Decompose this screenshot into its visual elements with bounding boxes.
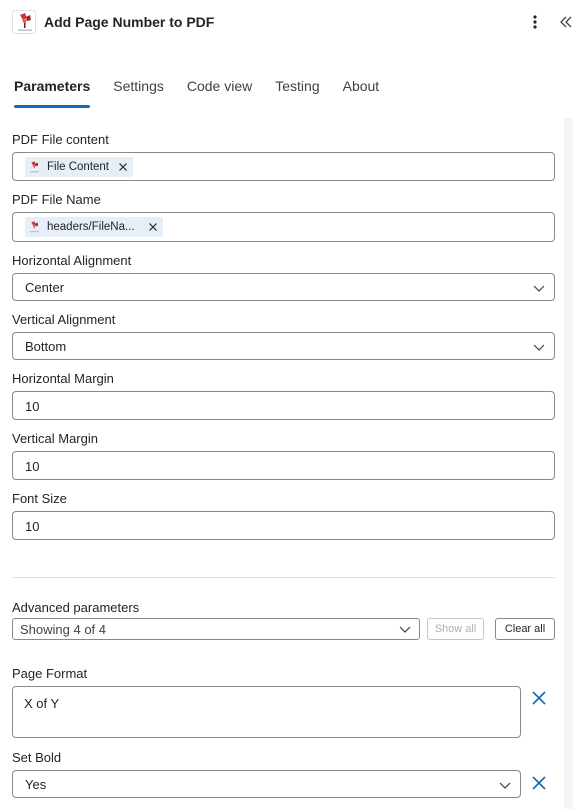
vertical-margin-input[interactable]: 10 bbox=[12, 451, 555, 480]
dropdown-value: Center bbox=[25, 280, 65, 295]
input-value: 10 bbox=[25, 459, 40, 474]
pdf-file-content-label: PDF File content bbox=[12, 132, 109, 147]
token-label: headers/FileNa... bbox=[47, 221, 135, 233]
tab-settings[interactable]: Settings bbox=[113, 78, 164, 108]
chevron-down-icon bbox=[399, 626, 411, 633]
page-format-input[interactable]: X of Y bbox=[12, 686, 521, 738]
section-divider bbox=[12, 577, 555, 578]
tab-about[interactable]: About bbox=[343, 78, 380, 108]
show-all-button[interactable]: Show all bbox=[427, 618, 484, 640]
chevron-down-icon bbox=[499, 782, 511, 789]
tab-code-view[interactable]: Code view bbox=[187, 78, 252, 108]
pdf-file-content-input[interactable]: File Content bbox=[12, 152, 555, 181]
font-size-label: Font Size bbox=[12, 491, 67, 506]
pdf4me-logo-icon bbox=[30, 160, 39, 172]
tab-parameters[interactable]: Parameters bbox=[14, 78, 91, 108]
font-size-input[interactable]: 10 bbox=[12, 511, 555, 540]
dropdown-value: Bottom bbox=[25, 339, 67, 354]
input-value: 10 bbox=[25, 519, 40, 534]
input-value: X of Y bbox=[24, 696, 60, 711]
panel-header: Add Page Number to PDF bbox=[0, 0, 573, 48]
dynamic-content-token[interactable]: headers/FileNa... bbox=[25, 217, 163, 237]
dropdown-value: Showing 4 of 4 bbox=[20, 622, 107, 637]
horizontal-margin-input[interactable]: 10 bbox=[12, 391, 555, 420]
input-value: 10 bbox=[25, 399, 40, 414]
panel-title: Add Page Number to PDF bbox=[44, 14, 215, 30]
page-format-label: Page Format bbox=[12, 666, 88, 681]
scrollbar[interactable] bbox=[564, 118, 573, 809]
advanced-parameters-label: Advanced parameters bbox=[12, 600, 140, 615]
token-label: File Content bbox=[47, 161, 110, 173]
horizontal-alignment-label: Horizontal Alignment bbox=[12, 253, 132, 268]
pdf4me-logo-icon bbox=[12, 10, 36, 34]
pdf4me-logo-icon bbox=[30, 220, 39, 232]
pdf-file-name-input[interactable]: headers/FileNa... bbox=[12, 212, 555, 242]
remove-parameter-icon[interactable] bbox=[531, 775, 547, 791]
more-options-icon[interactable] bbox=[527, 12, 543, 32]
remove-parameter-icon[interactable] bbox=[531, 690, 547, 706]
chevron-down-icon bbox=[533, 285, 545, 292]
horizontal-alignment-dropdown[interactable]: Center bbox=[12, 273, 555, 301]
collapse-panel-icon[interactable] bbox=[559, 12, 573, 32]
advanced-parameters-dropdown[interactable]: Showing 4 of 4 bbox=[12, 618, 420, 640]
dynamic-content-token[interactable]: File Content bbox=[25, 157, 134, 177]
tab-testing[interactable]: Testing bbox=[275, 78, 319, 108]
set-bold-dropdown[interactable]: Yes bbox=[12, 770, 521, 798]
remove-token-icon[interactable] bbox=[147, 221, 159, 233]
horizontal-margin-label: Horizontal Margin bbox=[12, 371, 114, 386]
vertical-alignment-dropdown[interactable]: Bottom bbox=[12, 332, 555, 360]
chevron-down-icon bbox=[533, 344, 545, 351]
vertical-alignment-label: Vertical Alignment bbox=[12, 312, 116, 327]
vertical-margin-label: Vertical Margin bbox=[12, 431, 98, 446]
remove-token-icon[interactable] bbox=[117, 161, 129, 173]
clear-all-button[interactable]: Clear all bbox=[495, 618, 555, 640]
tab-bar: Parameters Settings Code view Testing Ab… bbox=[14, 78, 402, 108]
dropdown-value: Yes bbox=[25, 777, 47, 792]
set-bold-label: Set Bold bbox=[12, 750, 62, 765]
pdf-file-name-label: PDF File Name bbox=[12, 192, 101, 207]
